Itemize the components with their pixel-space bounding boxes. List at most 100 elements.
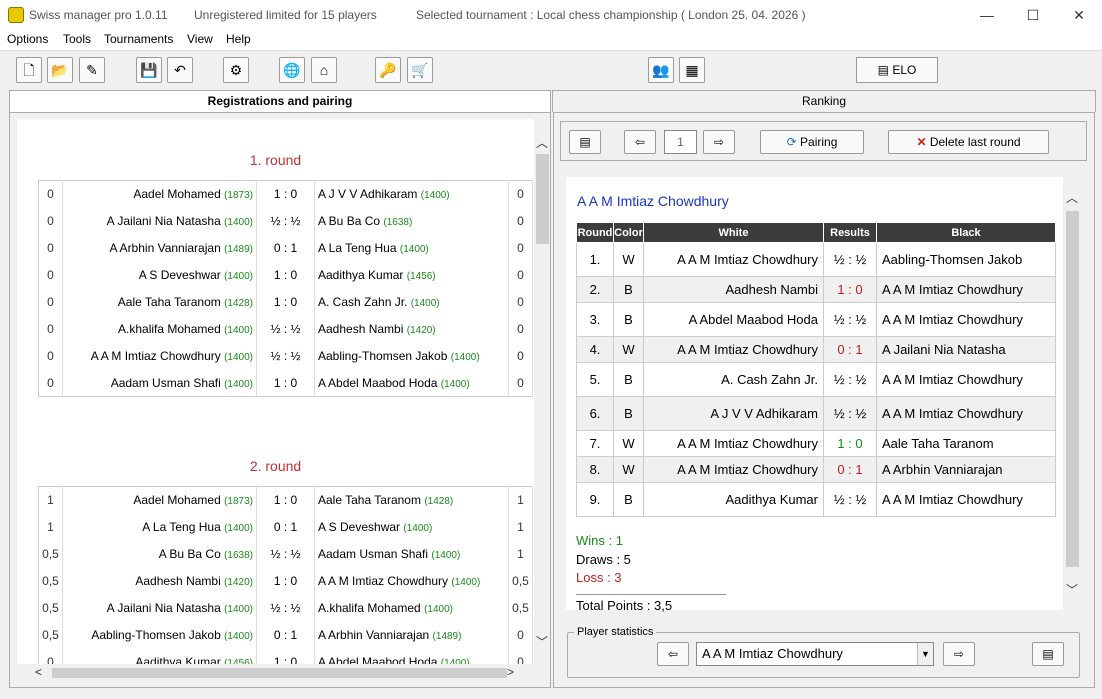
stats-divider <box>576 594 726 595</box>
pairing-row[interactable]: 0A S Deveshwar (1400) 1 : 0 Aadithya Kumar… <box>38 261 533 289</box>
game-row[interactable]: 4. W A A M Imtiaz Chowdhury 0 : 1A Jailani … <box>576 336 1056 363</box>
pairing-row[interactable]: 0 Aadithya Kumar (1456) 1 : 0A Abdel Maabo… <box>38 648 533 664</box>
white-points: 0 <box>38 288 63 316</box>
game-row[interactable]: 7. W A A M Imtiaz Chowdhury 1 : 0 Aale Taha … <box>576 430 1056 457</box>
pairing-row[interactable]: 0A Arbhin Vanniarajan (1489) 0 : 1A La Te… <box>38 234 533 262</box>
scroll-left-arrow-icon[interactable]: < <box>35 665 42 679</box>
cart-icon[interactable]: 🛒 <box>407 57 433 83</box>
maximize-button[interactable]: ☐ <box>1010 0 1056 30</box>
white-points: 0,5 <box>38 567 63 595</box>
white-elo: (1400) <box>224 378 253 390</box>
game-result: 1 : 0 <box>256 486 315 514</box>
home-icon[interactable]: ⌂ <box>311 57 337 83</box>
round-table-icon[interactable]: ▤ <box>569 130 601 154</box>
pairing-row[interactable]: 0 A.khalifa Mohamed (1400) ½ : ½ Aadhesh Na… <box>38 315 533 343</box>
game-result: 1 : 0 <box>256 261 315 289</box>
white-elo: (1400) <box>224 352 253 363</box>
delete-last-round-button[interactable]: ✕ Delete last round <box>888 130 1049 154</box>
pairing-button[interactable]: ⟳ Pairing <box>760 130 864 154</box>
black-name: A Bu Ba Co <box>318 214 381 228</box>
previous-round-arrow-icon[interactable]: ⇦ <box>624 130 656 154</box>
game-color: B <box>613 362 644 397</box>
game-result: 1 : 0 <box>256 180 315 208</box>
scroll-up-arrow-icon[interactable]: ︿ <box>536 134 548 151</box>
player-table-icon[interactable]: ▤ <box>1032 642 1064 666</box>
horizontal-scroll-thumb[interactable] <box>52 668 507 678</box>
pairing-row[interactable]: 0 Aadam Usman Shafi (1400) 1 : 0A Abdel Ma… <box>38 369 533 397</box>
new-file-icon[interactable]: 🗋 <box>16 57 42 83</box>
settings-gear-icon[interactable]: ⚙ <box>223 57 249 83</box>
pairing-row[interactable]: 1 Aadel Mohamed (1873) 1 : 0 Aale Taha Tara… <box>38 486 533 514</box>
wins-count: Wins : 1 <box>576 533 623 548</box>
pairing-row[interactable]: 0 Aale Taha Taranom (1428) 1 : 0 A. Cash Za… <box>38 288 533 316</box>
globe-icon[interactable]: 🌐 <box>279 57 305 83</box>
calendar-icon[interactable]: ▦ <box>679 57 705 83</box>
white-player: A S Deveshwar (1400) <box>62 261 257 289</box>
game-row[interactable]: 3. B A Abdel Maabod Hoda ½ : ½A A M Imtiaz … <box>576 302 1056 337</box>
pairings-vertical-scrollbar[interactable]: ︿ ﹀ <box>534 130 551 655</box>
menu-tournaments[interactable]: Tournaments <box>104 32 173 46</box>
scroll-down-arrow-icon[interactable]: ﹀ <box>1066 581 1078 598</box>
undo-icon[interactable]: ↶ <box>167 57 193 83</box>
menu-help[interactable]: Help <box>226 32 251 46</box>
save-icon[interactable]: 💾 <box>136 57 162 83</box>
import-icon[interactable]: ✎ <box>79 57 105 83</box>
pairing-row[interactable]: 0A A M Imtiaz Chowdhury (1400) ½ : ½ Aabli… <box>38 342 533 370</box>
scroll-down-arrow-icon[interactable]: ﹀ <box>536 633 548 650</box>
white-points: 1 <box>38 486 63 514</box>
game-color: B <box>613 276 644 303</box>
tab-ranking[interactable]: Ranking <box>552 90 1096 112</box>
scroll-thumb[interactable] <box>536 154 549 244</box>
pairing-row[interactable]: 0,5 Aabling-Thomsen Jakob (1400) 0 : 1A Ar… <box>38 621 533 649</box>
white-elo: (1400) <box>224 631 253 642</box>
scroll-up-arrow-icon[interactable]: ︿ <box>1066 189 1078 206</box>
game-row[interactable]: 5. B A. Cash Zahn Jr. ½ : ½A A M Imtiaz Cho… <box>576 362 1056 397</box>
scroll-thumb[interactable] <box>1066 211 1079 567</box>
elo-button[interactable]: ▤ ELO <box>856 57 938 83</box>
pairing-row[interactable]: 0,5 Aadhesh Nambi (1420) 1 : 0A A M Imtiaz… <box>38 567 533 595</box>
round-number-field[interactable]: 1 <box>664 130 697 154</box>
menu-tools[interactable]: Tools <box>63 32 91 46</box>
tab-registrations-pairing[interactable]: Registrations and pairing <box>9 90 551 112</box>
pairing-row[interactable]: 0 Aadel Mohamed (1873) 1 : 0A J V V Adhika… <box>38 180 533 208</box>
key-icon[interactable]: 🔑 <box>375 57 401 83</box>
black-points: 1 <box>508 540 533 568</box>
next-player-arrow-icon[interactable]: ⇨ <box>943 642 975 666</box>
black-points: 0,5 <box>508 567 533 595</box>
menu-view[interactable]: View <box>187 32 213 46</box>
white-player: Aadel Mohamed (1873) <box>62 180 257 208</box>
black-name: A Abdel Maabod Hoda <box>318 375 438 390</box>
white-name: A Arbhin Vanniarajan <box>109 241 221 255</box>
white-points: 0 <box>38 342 63 370</box>
game-white: A A M Imtiaz Chowdhury <box>643 456 824 483</box>
pairing-row[interactable]: 0,5 A Bu Ba Co (1638) ½ : ½ Aadam Usman Sha… <box>38 540 533 568</box>
game-result: ½ : ½ <box>823 396 877 431</box>
black-elo: (1400) <box>431 550 461 561</box>
game-result: 1 : 0 <box>256 648 315 664</box>
loss-count: Loss : 3 <box>576 570 622 585</box>
pairing-row[interactable]: 0A Jailani Nia Natasha (1400) ½ : ½A Bu B… <box>38 207 533 235</box>
users-icon[interactable]: 👥 <box>648 57 674 83</box>
game-row[interactable]: 8. W A A M Imtiaz Chowdhury 0 : 1A Arbhin V… <box>576 456 1056 483</box>
player-select-dropdown[interactable]: A A M Imtiaz Chowdhury ▼ <box>696 642 934 666</box>
black-points: 0 <box>508 207 533 235</box>
scroll-right-arrow-icon[interactable]: > <box>507 665 514 679</box>
black-player: Aadhesh Nambi (1420) <box>314 315 509 343</box>
menu-options[interactable]: Options <box>7 32 48 46</box>
game-row[interactable]: 2. B Aadhesh Nambi 1 : 0A A M Imtiaz Chowdh… <box>576 276 1056 303</box>
game-row[interactable]: 1. W A A M Imtiaz Chowdhury ½ : ½ Aabling-Th… <box>576 242 1056 277</box>
next-round-arrow-icon[interactable]: ⇨ <box>703 130 735 154</box>
pairing-row[interactable]: 0,5 A Jailani Nia Natasha (1400) ½ : ½ A.kh… <box>38 594 533 622</box>
pairings-horizontal-scrollbar[interactable]: < > <box>17 664 534 681</box>
player-vertical-scrollbar[interactable]: ︿ ﹀ <box>1064 185 1081 603</box>
white-elo: (1400) <box>224 523 253 534</box>
black-name: Aadithya Kumar <box>318 268 404 282</box>
game-row[interactable]: 6. B A J V V Adhikaram ½ : ½A A M Imtiaz Ch… <box>576 396 1056 431</box>
previous-player-arrow-icon[interactable]: ⇦ <box>657 642 689 666</box>
dropdown-arrow-icon[interactable]: ▼ <box>917 643 933 665</box>
close-button[interactable]: ✕ <box>1056 0 1102 30</box>
open-folder-icon[interactable]: 📂 <box>47 57 73 83</box>
minimize-button[interactable]: — <box>964 0 1010 30</box>
pairing-row[interactable]: 1A La Teng Hua (1400) 0 : 1A S Deveshwar … <box>38 513 533 541</box>
game-row[interactable]: 9. B Aadithya Kumar ½ : ½A A M Imtiaz Chowd… <box>576 482 1056 517</box>
